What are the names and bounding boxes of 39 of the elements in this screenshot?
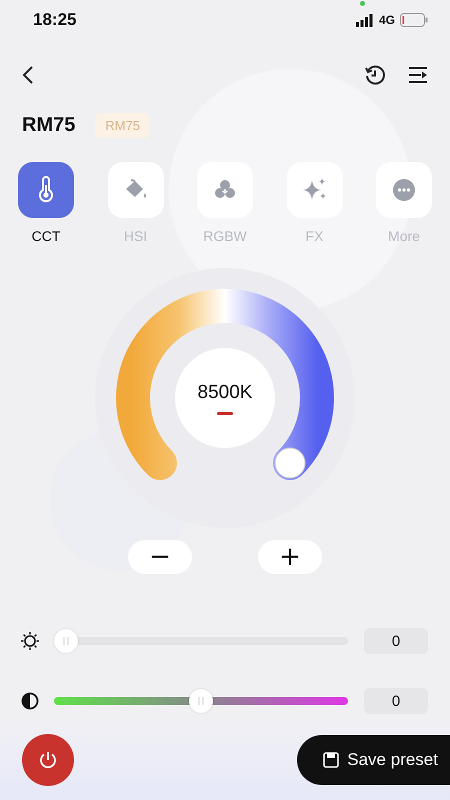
signal-icon — [356, 14, 374, 26]
mode-tab[interactable] — [108, 162, 164, 218]
slider-thumb[interactable] — [54, 629, 78, 653]
slider[interactable] — [54, 689, 348, 713]
color-temperature-arc[interactable] — [116, 289, 334, 480]
status-time: 18:25 — [33, 10, 76, 30]
slider[interactable] — [54, 629, 348, 653]
increase-button[interactable]: + — [258, 540, 322, 574]
mode-tab[interactable] — [18, 162, 74, 218]
save-preset-button[interactable]: Save preset — [297, 735, 450, 785]
decrease-button[interactable]: − — [128, 540, 192, 574]
save-icon — [323, 752, 340, 768]
mode-label: More — [388, 228, 420, 244]
mode-label: RGBW — [203, 228, 247, 244]
back-icon[interactable] — [22, 65, 34, 85]
battery-icon — [400, 13, 428, 27]
value-field[interactable]: 0 — [364, 688, 428, 714]
mode-tab[interactable] — [197, 162, 253, 218]
device-title: RM75 — [22, 114, 76, 136]
indicator-mark — [217, 412, 233, 414]
contrast-icon — [20, 691, 40, 711]
history-icon[interactable] — [364, 64, 386, 86]
mode-tab[interactable] — [376, 162, 432, 218]
privacy-dot — [360, 1, 365, 6]
mode-tab[interactable] — [286, 162, 342, 218]
power-button[interactable] — [22, 734, 74, 786]
dial-handle[interactable] — [274, 448, 306, 479]
temperature-reading: 8500K — [198, 382, 252, 404]
model-badge: RM75 — [95, 112, 150, 138]
mode-label: FX — [306, 228, 324, 244]
mode-label: HSI — [124, 228, 148, 244]
brightness-icon — [20, 631, 40, 651]
power-icon — [38, 750, 58, 770]
dots-icon — [390, 176, 418, 204]
network-label: 4G — [378, 13, 395, 27]
value-field[interactable]: 0 — [364, 628, 428, 654]
playlist-icon[interactable] — [408, 66, 428, 84]
slider-thumb[interactable] — [189, 689, 213, 713]
mode-label: CCT — [32, 228, 60, 244]
